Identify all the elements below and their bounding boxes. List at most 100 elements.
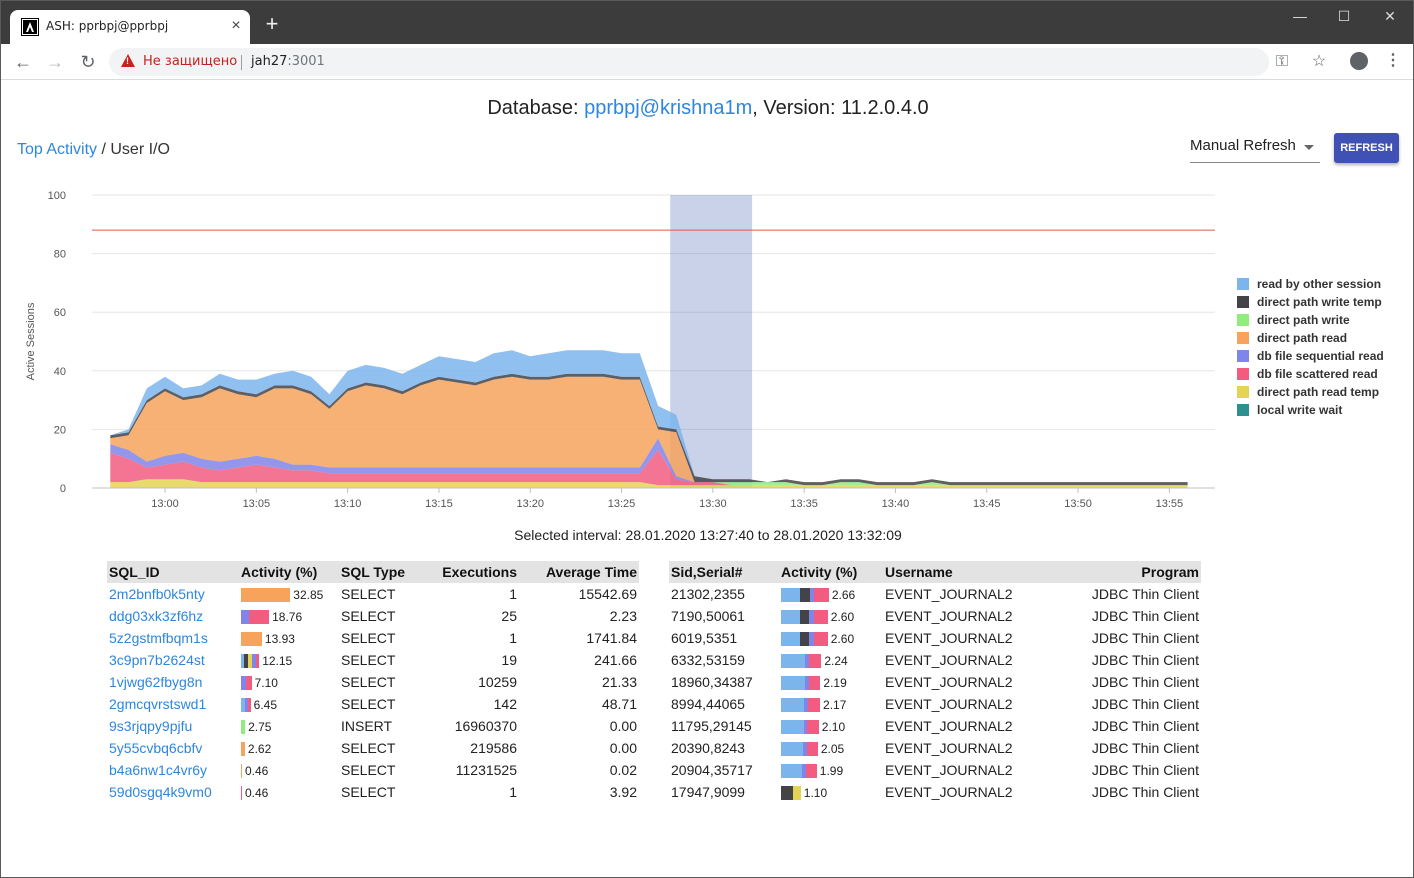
table-row[interactable]: 1vjwg62fbyg8n 7.10 SELECT 10259 21.33 [107,671,639,693]
table-row[interactable]: 2m2bnfb0k5nty 32.85 SELECT 1 15542.69 [107,583,639,605]
sql-id-cell: ddg03xk3zf6hz [107,605,239,627]
legend-item[interactable]: direct path write [1237,312,1384,330]
username-cell: EVENT_JOURNAL2 [885,762,1013,778]
sql-id-link[interactable]: 2m2bnfb0k5nty [109,586,205,602]
table-row[interactable]: 20390,8243 2.05 EVENT_JOURNAL2 JDBC Thin Cl… [669,737,1201,759]
breadcrumb-top-activity-link[interactable]: Top Activity [17,141,97,158]
table-row[interactable]: 21302,2355 2.66 EVENT_JOURNAL2 JDBC Thin Cl… [669,583,1201,605]
legend-item[interactable]: direct path read [1237,330,1384,348]
key-icon[interactable]: ⚿ [1272,54,1292,70]
legend-item[interactable]: direct path write temp [1237,294,1384,312]
table-row[interactable]: 9s3rjqpy9pjfu 2.75 INSERT 16960370 0.00 [107,715,639,737]
profile-avatar-icon[interactable] [1350,52,1368,70]
app-favicon-icon [21,18,39,36]
sql-id-link[interactable]: 9s3rjqpy9pjfu [109,718,192,734]
bookmark-star-icon[interactable]: ☆ [1309,54,1329,70]
legend-swatch [1237,296,1249,308]
maximize-icon[interactable]: ☐ [1321,1,1367,31]
y-tick-label: 60 [54,307,66,319]
browser-tab[interactable]: ASH: pprbpj@pprbpj × [10,10,250,44]
tab-close-icon[interactable]: × [228,18,244,34]
minimize-icon[interactable]: — [1277,1,1323,31]
legend-item[interactable]: local write wait [1237,402,1384,420]
legend-item[interactable]: direct path read temp [1237,384,1384,402]
activity-value: 18.76 [272,610,303,625]
sql-id-link[interactable]: 5y55cvbq6cbfv [109,740,202,756]
legend-swatch [1237,278,1249,290]
db-name-link[interactable]: pprbpj@krishna1m [584,97,752,119]
table-row[interactable]: 59d0sgq4k9vm0 0.46 SELECT 1 3.92 [107,781,639,803]
col-sql-id[interactable]: SQL_ID [107,561,239,583]
executions-cell: 11231525 [455,762,517,778]
back-icon[interactable]: ← [11,50,35,74]
activity-value: 2.62 [247,742,272,757]
y-tick-label: 40 [54,366,66,378]
refresh-button[interactable]: REFRESH [1334,133,1399,163]
url-text[interactable]: jah27:3001 [251,54,325,69]
close-window-icon[interactable]: ✕ [1367,1,1413,31]
col-sql-type[interactable]: SQL Type [339,561,419,583]
table-row[interactable]: 2gmcqvrstswd1 6.45 SELECT 142 48.71 [107,693,639,715]
col-activity[interactable]: Activity (%) [779,561,883,583]
activity-bar [781,588,829,603]
col-activity[interactable]: Activity (%) [239,561,339,583]
activity-value: 2.75 [248,720,272,735]
address-bar[interactable]: ! Не защищено jah27:3001 ⚿ ☆ [109,48,1326,76]
activity-bar-segment [808,698,821,713]
legend-item[interactable]: db file scattered read [1237,366,1384,384]
new-tab-icon[interactable]: + [263,13,281,35]
activity-chart[interactable]: 0 20 40 60 80 100 Active Sessions 13:00 13:05 13:… [2,181,1414,521]
activity-bar-segment [792,786,801,801]
menu-icon[interactable]: ⋮ [1385,51,1401,71]
reload-icon[interactable]: ↻ [76,50,100,74]
table-row[interactable]: 8994,44065 2.17 EVENT_JOURNAL2 JDBC Thin Cl… [669,693,1201,715]
legend-item[interactable]: db file sequential read [1237,348,1384,366]
legend-item[interactable]: read by other session [1237,276,1384,294]
tab-title: ASH: pprbpj@pprbpj [46,19,169,33]
x-tick-label: 13:15 [425,498,453,510]
sql-id-link[interactable]: 3c9pn7b2624st [109,652,205,668]
table-row[interactable]: 17947,9099 1.10 EVENT_JOURNAL2 JDBC Thin Cl… [669,781,1201,803]
table-row[interactable]: 5z2gstmfbqm1s 13.93 SELECT 1 1741.84 [107,627,639,649]
col-program[interactable]: Program [1053,561,1201,583]
table-row[interactable]: 7190,50061 2.60 EVENT_JOURNAL2 JDBC Thin Cl… [669,605,1201,627]
sql-id-cell: 5y55cvbq6cbfv [107,737,239,759]
table-row[interactable]: 18960,34387 2.19 EVENT_JOURNAL2 JDBC Thin C… [669,671,1201,693]
username-cell: EVENT_JOURNAL2 [885,652,1013,668]
activity-value: 6.45 [253,698,277,713]
security-status[interactable]: Не защищено [143,54,237,69]
sql-id-cell: b4a6nw1c4vr6y [107,759,239,781]
sql-id-link[interactable]: 59d0sgq4k9vm0 [109,784,212,800]
breadcrumb-current: User I/O [110,141,170,158]
forward-icon[interactable]: → [43,50,67,74]
table-row[interactable]: 6019,5351 2.60 EVENT_JOURNAL2 JDBC Thin Cli… [669,627,1201,649]
sql-id-link[interactable]: 1vjwg62fbyg8n [109,674,202,690]
activity-cell: 2.17 [779,693,883,715]
legend-swatch [1237,386,1249,398]
x-tick-label: 13:05 [243,498,271,510]
table-row[interactable]: 20904,35717 1.99 EVENT_JOURNAL2 JDBC Thin C… [669,759,1201,781]
col-average-time[interactable]: Average Time [519,561,639,583]
activity-cell: 2.60 [779,627,883,649]
sql-id-link[interactable]: ddg03xk3zf6hz [109,608,203,624]
table-row[interactable]: ddg03xk3zf6hz 18.76 SELECT 25 2.23 [107,605,639,627]
sid-serial-cell: 6332,53159 [671,652,745,668]
sql-id-link[interactable]: b4a6nw1c4vr6y [109,762,207,778]
x-tick-label: 13:35 [790,498,818,510]
sql-id-link[interactable]: 5z2gstmfbqm1s [109,630,208,646]
col-sid-serial[interactable]: Sid,Serial# [669,561,779,583]
col-username[interactable]: Username [883,561,1053,583]
table-row[interactable]: 3c9pn7b2624st 12.15 SELECT 19 241.66 [107,649,639,671]
table-row[interactable]: 6332,53159 2.24 EVENT_JOURNAL2 JDBC Thin Cl… [669,649,1201,671]
activity-bar [781,764,817,779]
table-row[interactable]: 11795,29145 2.10 EVENT_JOURNAL2 JDBC Thin C… [669,715,1201,737]
refresh-mode-select[interactable]: Manual Refresh [1190,137,1320,163]
table-row[interactable]: b4a6nw1c4vr6y 0.46 SELECT 11231525 0.02 [107,759,639,781]
activity-bar [781,632,828,647]
sql-id-link[interactable]: 2gmcqvrstswd1 [109,696,206,712]
db-prefix: Database: [487,97,585,119]
activity-bar [241,654,260,669]
activity-cell: 18.76 [239,605,339,627]
table-row[interactable]: 5y55cvbq6cbfv 2.62 SELECT 219586 0.00 [107,737,639,759]
col-executions[interactable]: Executions [419,561,519,583]
